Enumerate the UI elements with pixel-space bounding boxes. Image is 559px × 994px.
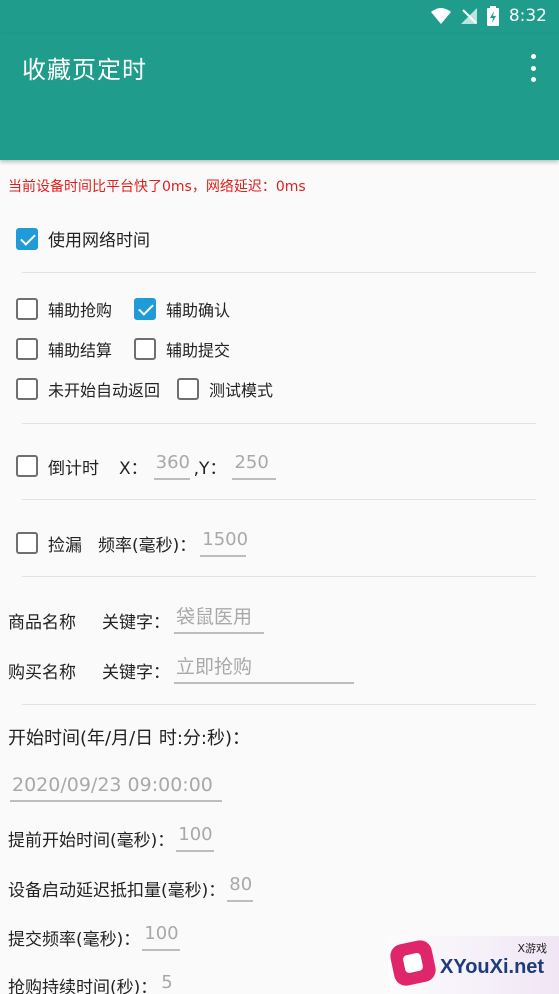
- product-keyword-input[interactable]: 袋鼠医用: [174, 606, 264, 634]
- status-time: 8:32: [508, 6, 547, 26]
- test-mode-label: 测试模式: [209, 381, 274, 400]
- divider: [22, 499, 536, 500]
- assist-submit-label: 辅助提交: [166, 341, 231, 360]
- wifi-icon: [430, 8, 451, 24]
- pickup-frequency-label: 频率(毫秒)：: [98, 535, 197, 556]
- watermark-subtext: X游戏: [517, 942, 547, 955]
- watermark-text: XYouXi.net: [440, 956, 545, 978]
- app-title: 收藏页定时: [22, 56, 147, 84]
- test-mode-checkbox[interactable]: [177, 378, 199, 400]
- assist-checkout-label: 辅助结算: [48, 341, 113, 360]
- advance-time-label: 提前开始时间(毫秒)：: [8, 830, 175, 851]
- countdown-checkbox[interactable]: [16, 455, 38, 477]
- pickup-checkbox[interactable]: [16, 532, 38, 554]
- time-offset-notice: 当前设备时间比平台快了0ms，网络延迟：0ms: [8, 179, 306, 195]
- battery-charging-icon: [486, 6, 499, 26]
- app-bar: 收藏页定时: [0, 34, 559, 160]
- launch-delay-input[interactable]: 80: [227, 874, 254, 902]
- duration-row: 抢购持续时间(秒)： 5: [8, 972, 189, 994]
- divider: [22, 272, 536, 273]
- auto-return-option[interactable]: 未开始自动返回: [16, 377, 160, 401]
- use-network-time-label: 使用网络时间: [48, 231, 150, 251]
- start-time-row: 2020/09/23 09:00:00: [10, 774, 222, 802]
- assist-confirm-checkbox[interactable]: [134, 298, 156, 320]
- assist-submit-checkbox[interactable]: [134, 338, 156, 360]
- product-keyword-label: 关键字：: [102, 612, 170, 633]
- use-network-time-option[interactable]: 使用网络时间: [16, 226, 150, 251]
- x-input[interactable]: 360: [153, 452, 190, 480]
- assist-confirm-option[interactable]: 辅助确认: [134, 297, 230, 321]
- purchase-keyword-input[interactable]: 立即抢购: [174, 656, 354, 684]
- divider: [22, 704, 536, 705]
- submit-frequency-input[interactable]: 100: [142, 923, 181, 951]
- assist-checkout-option[interactable]: 辅助结算: [16, 337, 112, 361]
- no-signal-icon: [460, 8, 477, 24]
- assist-snapup-label: 辅助抢购: [48, 301, 113, 320]
- product-name-row: 商品名称 关键字： 袋鼠医用: [8, 606, 264, 634]
- status-icons: 8:32: [430, 6, 547, 26]
- assist-submit-option[interactable]: 辅助提交: [134, 337, 230, 361]
- submit-frequency-row: 提交频率(毫秒)： 100: [8, 923, 181, 951]
- more-vert-icon[interactable]: [525, 54, 541, 82]
- assist-confirm-label: 辅助确认: [166, 301, 231, 320]
- duration-label: 抢购持续时间(秒)：: [8, 977, 158, 994]
- start-time-label: 开始时间(年/月/日 时:分:秒)：: [8, 728, 251, 749]
- product-name-label: 商品名称: [8, 612, 76, 633]
- pickup-label: 捡漏: [48, 535, 82, 556]
- submit-frequency-label: 提交频率(毫秒)：: [8, 929, 141, 950]
- advance-time-row: 提前开始时间(毫秒)： 100: [8, 824, 215, 852]
- countdown-row: 倒计时 X： 360 ,Y： 250: [16, 452, 277, 480]
- x-label: X：: [119, 458, 148, 479]
- countdown-label: 倒计时: [48, 458, 99, 479]
- purchase-name-row: 购买名称 关键字： 立即抢购: [8, 656, 354, 684]
- y-label: ,Y：: [193, 458, 227, 479]
- gamepad-logo-icon: [388, 938, 438, 988]
- watermark: X游戏 XYouXi.net: [388, 936, 559, 994]
- auto-return-checkbox[interactable]: [16, 378, 38, 400]
- launch-delay-row: 设备启动延迟抵扣量(毫秒)： 80: [8, 874, 254, 902]
- duration-input[interactable]: 5: [159, 972, 189, 994]
- divider: [22, 423, 536, 424]
- pickup-row: 捡漏 频率(毫秒)： 1500: [16, 529, 248, 557]
- launch-delay-label: 设备启动延迟抵扣量(毫秒)：: [8, 880, 226, 901]
- pickup-frequency-input[interactable]: 1500: [200, 529, 248, 557]
- use-network-time-checkbox[interactable]: [16, 227, 38, 250]
- purchase-keyword-label: 关键字：: [102, 662, 170, 683]
- assist-snapup-checkbox[interactable]: [16, 298, 38, 320]
- auto-return-label: 未开始自动返回: [48, 381, 161, 400]
- assist-checkout-checkbox[interactable]: [16, 338, 38, 360]
- start-time-input[interactable]: 2020/09/23 09:00:00: [10, 774, 222, 802]
- y-input[interactable]: 250: [232, 452, 277, 480]
- test-mode-option[interactable]: 测试模式: [177, 377, 273, 401]
- purchase-name-label: 购买名称: [8, 662, 76, 683]
- advance-time-input[interactable]: 100: [176, 824, 215, 852]
- assist-snapup-option[interactable]: 辅助抢购: [16, 297, 112, 321]
- status-bar: 8:32: [0, 0, 559, 34]
- divider: [22, 576, 536, 577]
